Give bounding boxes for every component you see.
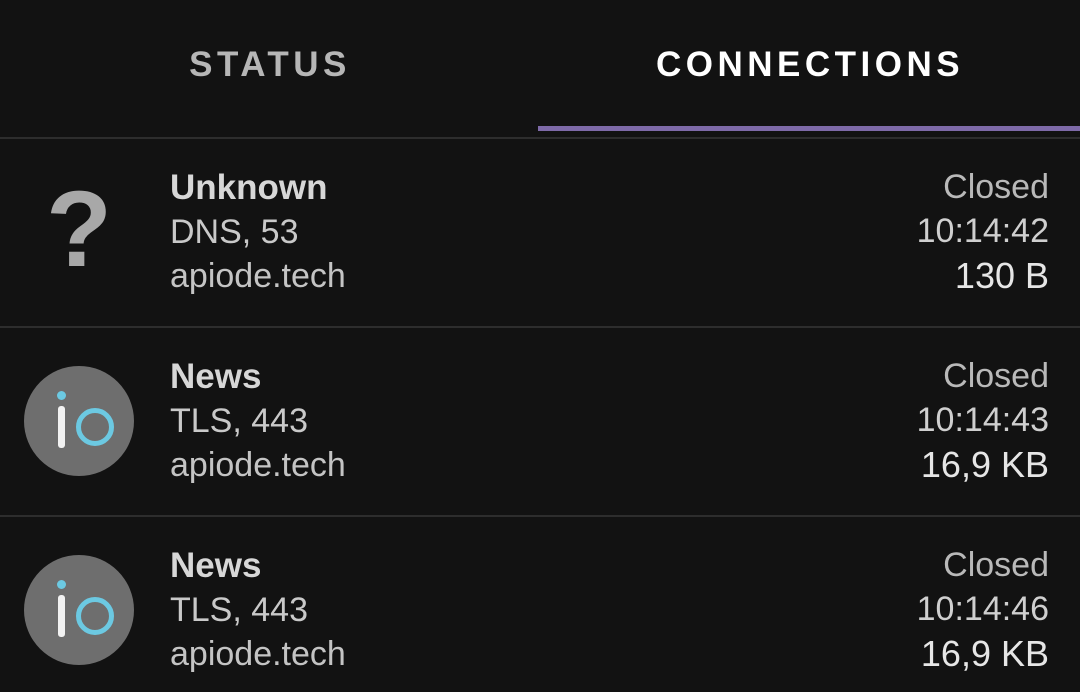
news-icon-stem — [58, 405, 65, 448]
news-app-icon — [24, 554, 134, 665]
tab-connections-label: CONNECTIONS — [655, 45, 965, 84]
connection-protocol: TLS, 443 — [170, 402, 308, 440]
connection-app-name: News — [170, 546, 262, 585]
connection-host: apiode.tech — [170, 635, 346, 673]
connection-bytes: 16,9 KB — [920, 443, 1049, 485]
connection-protocol: TLS, 443 — [170, 591, 308, 629]
active-tab-indicator — [538, 126, 1080, 131]
connection-row[interactable]: ? Unknown DNS, 53 apiode.tech Closed 10:… — [0, 137, 1080, 326]
connections-list[interactable]: ? Unknown DNS, 53 apiode.tech Closed 10:… — [0, 137, 1080, 692]
connection-timestamp: 10:14:42 — [916, 211, 1049, 250]
connection-app-name: News — [170, 357, 262, 396]
question-mark-icon: ? — [46, 167, 112, 289]
connection-icon-cell — [0, 515, 158, 692]
connection-bytes: 130 B — [954, 254, 1049, 296]
tab-status-label: STATUS — [189, 45, 351, 84]
news-icon-stem — [58, 594, 65, 637]
connection-details: News TLS, 443 apiode.tech — [158, 548, 917, 671]
connection-host: apiode.tech — [170, 446, 346, 484]
news-icon-ring — [76, 407, 114, 446]
connection-timestamp: 10:14:46 — [916, 589, 1049, 628]
row-divider — [0, 515, 1080, 517]
connection-bytes: 16,9 KB — [920, 632, 1049, 674]
row-divider — [0, 137, 1080, 139]
row-divider — [0, 326, 1080, 328]
connection-timestamp: 10:14:43 — [916, 400, 1049, 439]
news-app-icon — [24, 365, 134, 476]
connection-meta: Closed 10:14:43 16,9 KB — [917, 359, 1080, 483]
connection-host: apiode.tech — [170, 257, 346, 295]
connection-meta: Closed 10:14:42 130 B — [917, 170, 1080, 294]
connection-state: Closed — [943, 545, 1049, 584]
tab-bar: STATUS CONNECTIONS — [0, 0, 1080, 137]
connection-protocol: DNS, 53 — [170, 213, 299, 251]
tab-connections[interactable]: CONNECTIONS — [540, 0, 1080, 137]
connection-icon-cell: ? — [0, 137, 158, 326]
connection-state: Closed — [943, 356, 1049, 395]
connection-state: Closed — [943, 167, 1049, 206]
connection-row[interactable]: News TLS, 443 apiode.tech Closed 10:14:4… — [0, 515, 1080, 692]
news-icon-ring — [76, 596, 114, 635]
connection-icon-cell — [0, 326, 158, 515]
news-icon-dot — [57, 390, 66, 400]
connection-meta: Closed 10:14:46 16,9 KB — [917, 548, 1080, 672]
tab-status[interactable]: STATUS — [0, 0, 540, 137]
connection-row[interactable]: News TLS, 443 apiode.tech Closed 10:14:4… — [0, 326, 1080, 515]
connections-screen: STATUS CONNECTIONS ? Unknown DNS, 53 api… — [0, 0, 1080, 692]
connection-details: Unknown DNS, 53 apiode.tech — [158, 170, 917, 293]
news-icon-dot — [57, 579, 66, 589]
connection-details: News TLS, 443 apiode.tech — [158, 359, 917, 482]
connection-app-name: Unknown — [170, 168, 328, 207]
